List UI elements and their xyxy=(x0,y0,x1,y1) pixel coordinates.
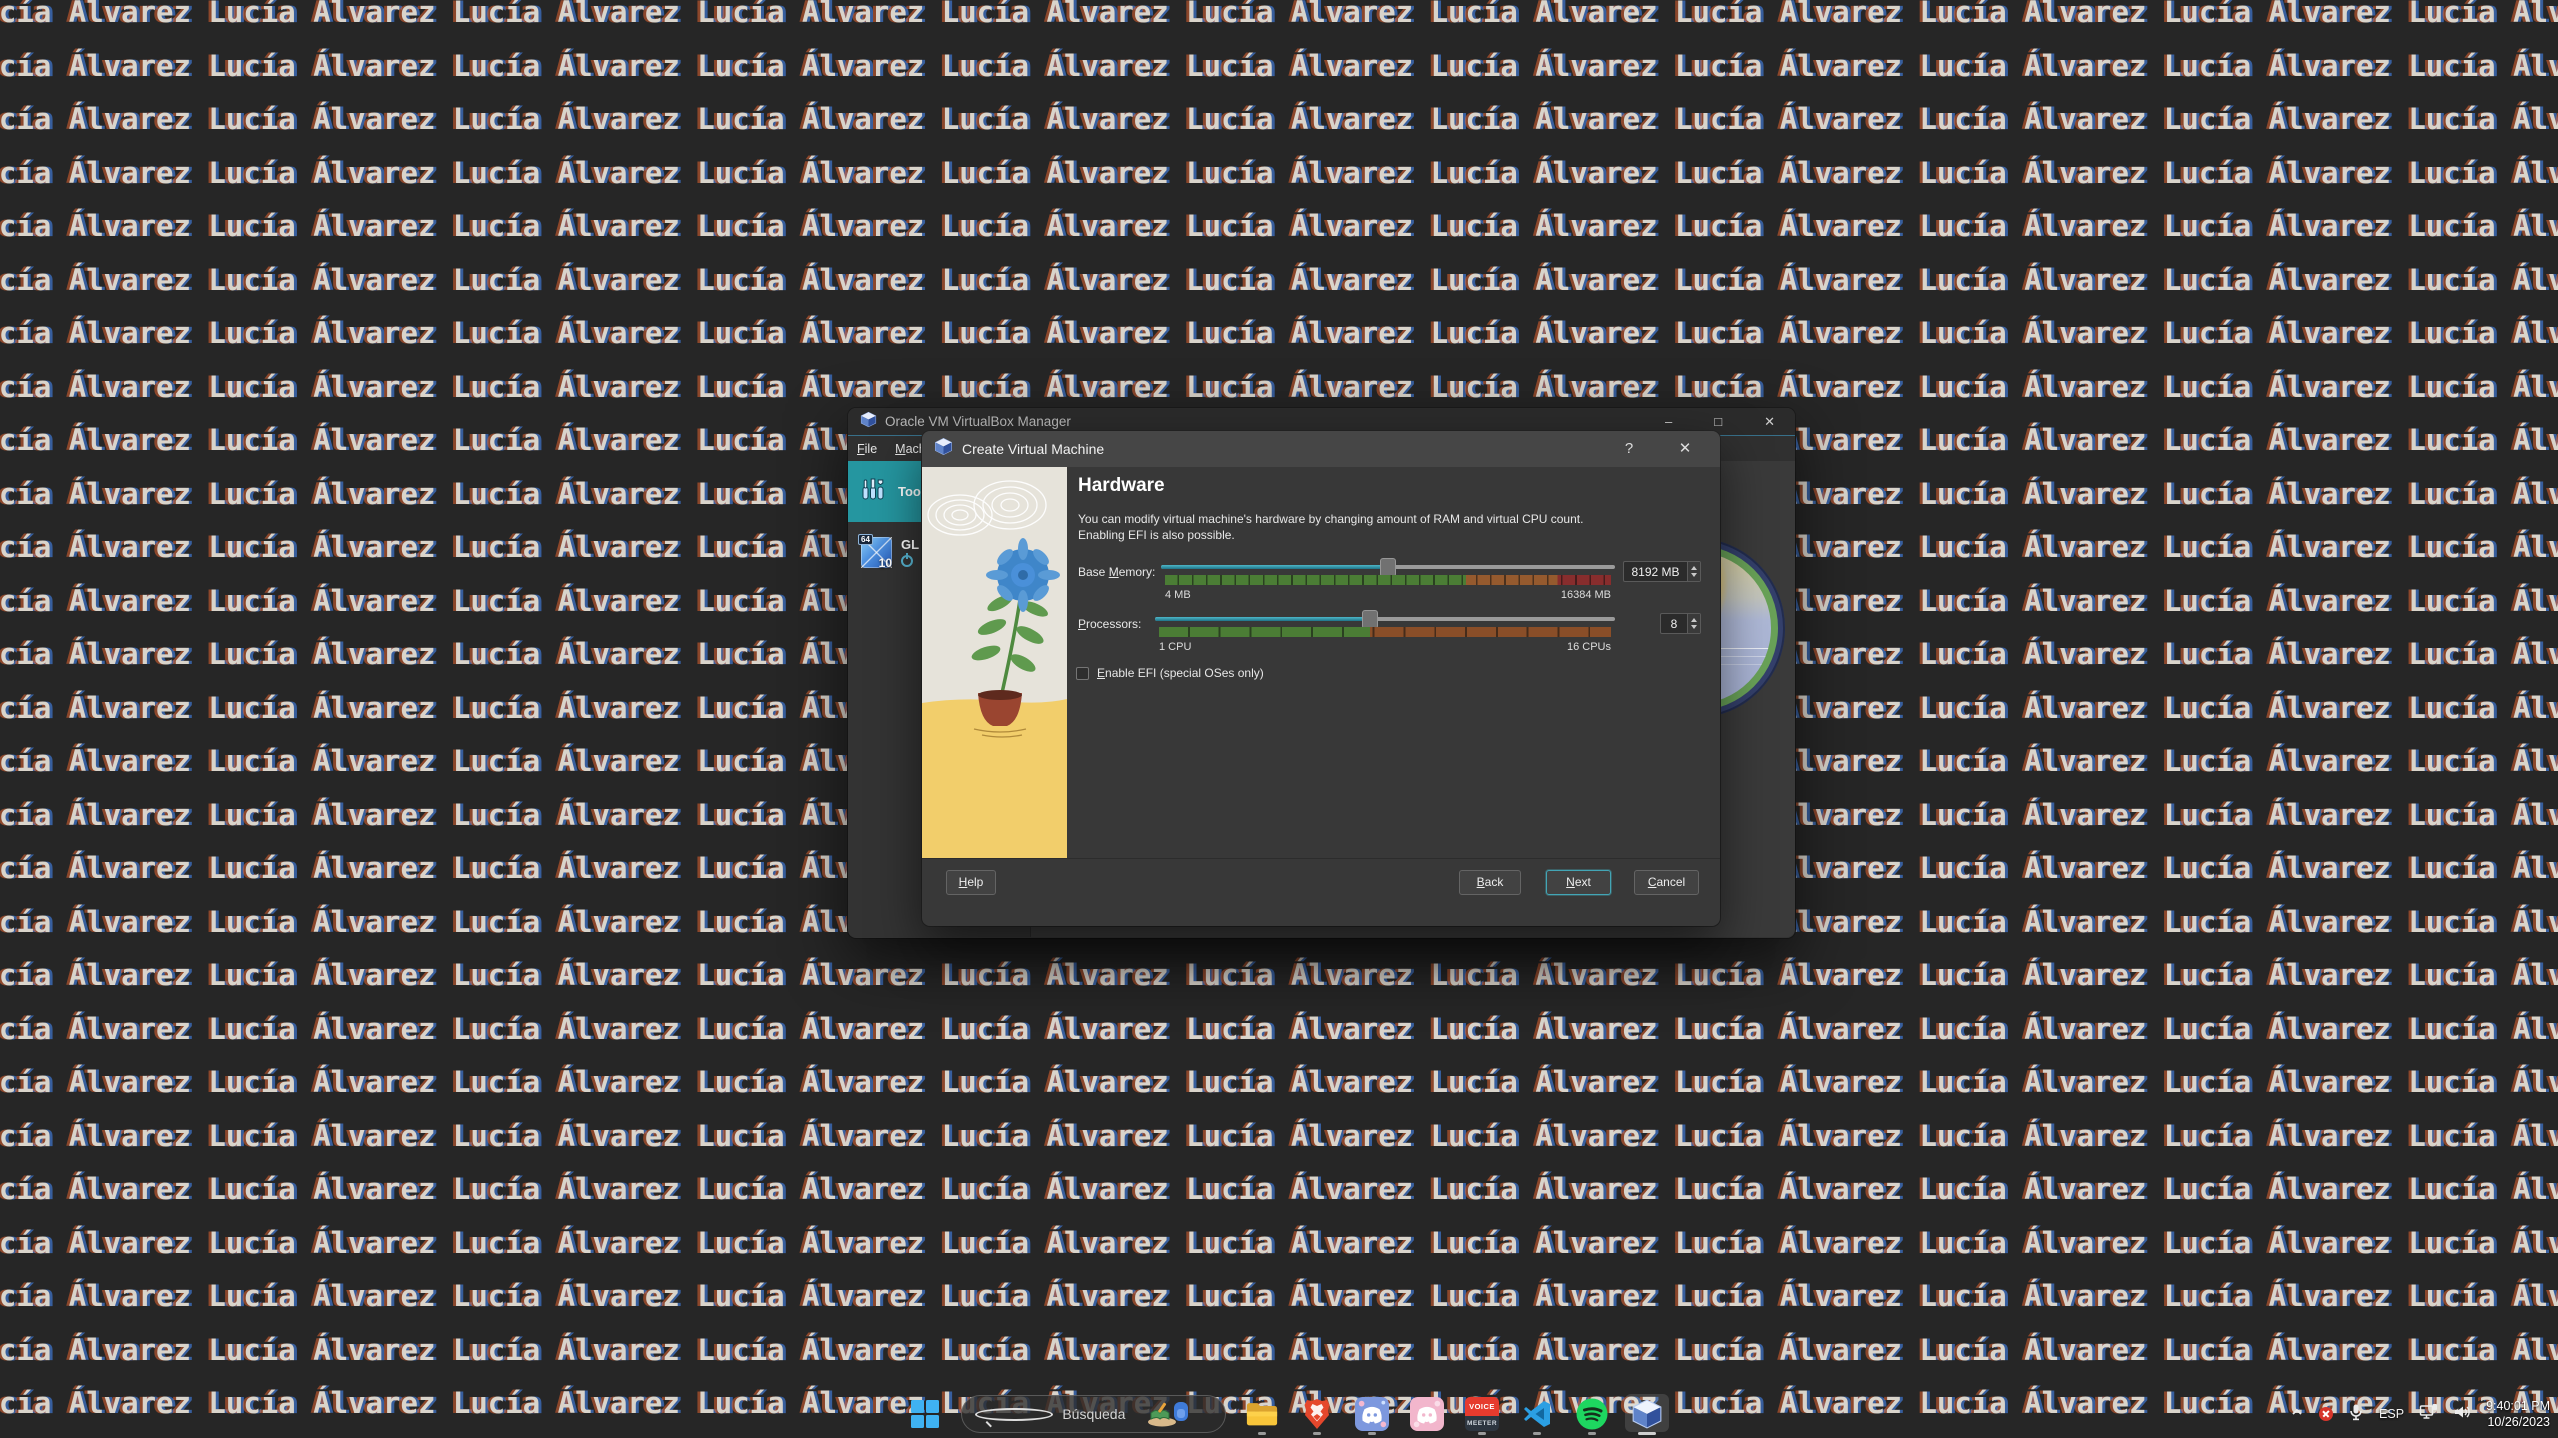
search-highlight-graphic xyxy=(1146,1398,1220,1431)
search-box[interactable]: Búsqueda xyxy=(961,1395,1226,1433)
page-title: Hardware xyxy=(1078,475,1165,497)
wallpaper-row: Lucía Álvarez Lucía Álvarez Lucía Álvare… xyxy=(0,1324,2558,1378)
spin-down-icon[interactable] xyxy=(1691,573,1697,577)
wallpaper-row: Lucía Álvarez Lucía Álvarez Lucía Álvare… xyxy=(0,1217,2558,1271)
processors-value[interactable]: 8 xyxy=(1661,617,1687,631)
wallpaper-row: Lucía Álvarez Lucía Álvarez Lucía Álvare… xyxy=(0,1056,2558,1110)
create-vm-dialog: Create Virtual Machine ? ✕ xyxy=(922,431,1720,926)
tray-date: 10/26/2023 xyxy=(2486,1414,2550,1430)
cpu-min-label: 1 CPU xyxy=(1159,641,1191,653)
virtualbox-logo-icon xyxy=(860,411,877,433)
tray-error-badge-icon[interactable] xyxy=(2319,1407,2333,1421)
taskbar-spotify[interactable] xyxy=(1573,1392,1611,1436)
virtualbox-logo-icon xyxy=(934,437,953,461)
base-memory-label: Base Memory: xyxy=(1078,565,1155,579)
base-memory-value[interactable]: 8192 MB xyxy=(1624,565,1687,579)
dialog-content: Hardware You can modify virtual machine'… xyxy=(1078,467,1704,858)
taskbar-discord-blue[interactable] xyxy=(1353,1392,1391,1436)
vm-win10-badge: 10 xyxy=(879,556,892,570)
taskbar: Búsqueda xyxy=(0,1390,2558,1438)
wallpaper-row: Lucía Álvarez Lucía Álvarez Lucía Álvare… xyxy=(0,361,2558,415)
spin-down-icon[interactable] xyxy=(1691,625,1697,629)
wallpaper-row: Lucía Álvarez Lucía Álvarez Lucía Álvare… xyxy=(0,949,2558,1003)
efi-row: Enable EFI (special OSes only) xyxy=(1076,666,1264,680)
base-memory-row: Base Memory: 4 MB 16384 MB 8192 MB xyxy=(1078,558,1704,606)
tray-language-indicator[interactable]: ESP xyxy=(2379,1407,2404,1421)
base-memory-spin-buttons[interactable] xyxy=(1687,562,1700,581)
help-button[interactable]: Help xyxy=(946,870,996,895)
dialog-footer: Help Back Next Cancel xyxy=(922,858,1720,926)
cpu-max-label: 16 CPUs xyxy=(1567,641,1611,653)
base-memory-slider[interactable] xyxy=(1161,558,1615,588)
page-description: You can modify virtual machine's hardwar… xyxy=(1078,511,1583,543)
memory-min-label: 4 MB xyxy=(1165,589,1191,601)
efi-checkbox[interactable] xyxy=(1076,667,1089,680)
start-button[interactable] xyxy=(906,1392,944,1436)
wallpaper-row: Lucía Álvarez Lucía Álvarez Lucía Álvare… xyxy=(0,307,2558,361)
vm-power-state-icon xyxy=(901,555,913,567)
tray-clock[interactable]: 9:40:01 PM 10/26/2023 xyxy=(2486,1398,2550,1430)
voicemeeter-icon: VOICE MEETER xyxy=(1465,1397,1499,1431)
maximize-button[interactable]: □ xyxy=(1714,414,1722,430)
vm-name: GL xyxy=(901,537,919,552)
spin-up-icon[interactable] xyxy=(1691,618,1697,622)
efi-label[interactable]: Enable EFI (special OSes only) xyxy=(1097,666,1264,680)
minimize-button[interactable]: – xyxy=(1665,414,1672,430)
wallpaper-row: Lucía Álvarez Lucía Álvarez Lucía Álvare… xyxy=(0,1270,2558,1324)
wallpaper-row: Lucía Álvarez Lucía Álvarez Lucía Álvare… xyxy=(0,1163,2558,1217)
wallpaper-row: Lucía Álvarez Lucía Álvarez Lucía Álvare… xyxy=(0,200,2558,254)
vm-os-icon: 64 10 xyxy=(861,537,892,568)
vm-64bit-badge: 64 xyxy=(858,534,873,545)
taskbar-voicemeeter[interactable]: VOICE MEETER xyxy=(1463,1392,1501,1436)
dialog-titlebar[interactable]: Create Virtual Machine ? ✕ xyxy=(922,431,1720,467)
processors-label: Processors: xyxy=(1078,617,1141,631)
processors-spinbox[interactable]: 8 xyxy=(1660,613,1701,634)
wallpaper-row: Lucía Álvarez Lucía Álvarez Lucía Álvare… xyxy=(0,40,2558,94)
menu-file[interactable]: File xyxy=(857,442,877,456)
close-button[interactable]: ✕ xyxy=(1764,414,1775,430)
taskbar-virtualbox[interactable] xyxy=(1628,1392,1666,1436)
taskbar-file-explorer[interactable] xyxy=(1243,1392,1281,1436)
processors-spin-buttons[interactable] xyxy=(1687,614,1700,633)
dialog-title: Create Virtual Machine xyxy=(962,441,1104,457)
back-button[interactable]: Back xyxy=(1459,870,1521,895)
dialog-close-icon[interactable]: ✕ xyxy=(1670,431,1700,467)
next-button[interactable]: Next xyxy=(1546,870,1611,895)
tray-time: 9:40:01 PM xyxy=(2486,1398,2550,1414)
desktop: Lucía Álvarez Lucía Álvarez Lucía Álvare… xyxy=(0,0,2558,1438)
cancel-button[interactable]: Cancel xyxy=(1634,870,1699,895)
taskbar-discord-pink[interactable] xyxy=(1408,1392,1446,1436)
dialog-help-icon[interactable]: ? xyxy=(1614,431,1644,467)
spin-up-icon[interactable] xyxy=(1691,566,1697,570)
tray-microphone-icon[interactable] xyxy=(2348,1403,2364,1426)
network-icon[interactable] xyxy=(2419,1403,2438,1425)
wallpaper-row: Lucía Álvarez Lucía Álvarez Lucía Álvare… xyxy=(0,254,2558,308)
taskbar-brave[interactable] xyxy=(1298,1392,1336,1436)
taskbar-vscode[interactable] xyxy=(1518,1392,1556,1436)
search-icon xyxy=(975,1408,1053,1421)
speaker-icon[interactable] xyxy=(2453,1404,2471,1425)
tray-chevron-up-icon[interactable] xyxy=(2290,1405,2304,1423)
wizard-illustration xyxy=(922,467,1067,858)
wallpaper-row: Lucía Álvarez Lucía Álvarez Lucía Álvare… xyxy=(0,0,2558,40)
wallpaper-row: Lucía Álvarez Lucía Álvarez Lucía Álvare… xyxy=(0,1110,2558,1164)
processors-slider[interactable] xyxy=(1155,610,1615,640)
processors-row: Processors: 1 CPU 16 CPUs 8 xyxy=(1078,610,1704,658)
search-label: Búsqueda xyxy=(1062,1406,1136,1422)
wallpaper-row: Lucía Álvarez Lucía Álvarez Lucía Álvare… xyxy=(0,147,2558,201)
wallpaper-row: Lucía Álvarez Lucía Álvarez Lucía Álvare… xyxy=(0,93,2558,147)
wallpaper-row: Lucía Álvarez Lucía Álvarez Lucía Álvare… xyxy=(0,1003,2558,1057)
memory-max-label: 16384 MB xyxy=(1561,589,1611,601)
tools-icon xyxy=(860,477,886,506)
base-memory-spinbox[interactable]: 8192 MB xyxy=(1623,561,1701,582)
manager-window-title: Oracle VM VirtualBox Manager xyxy=(885,414,1665,429)
